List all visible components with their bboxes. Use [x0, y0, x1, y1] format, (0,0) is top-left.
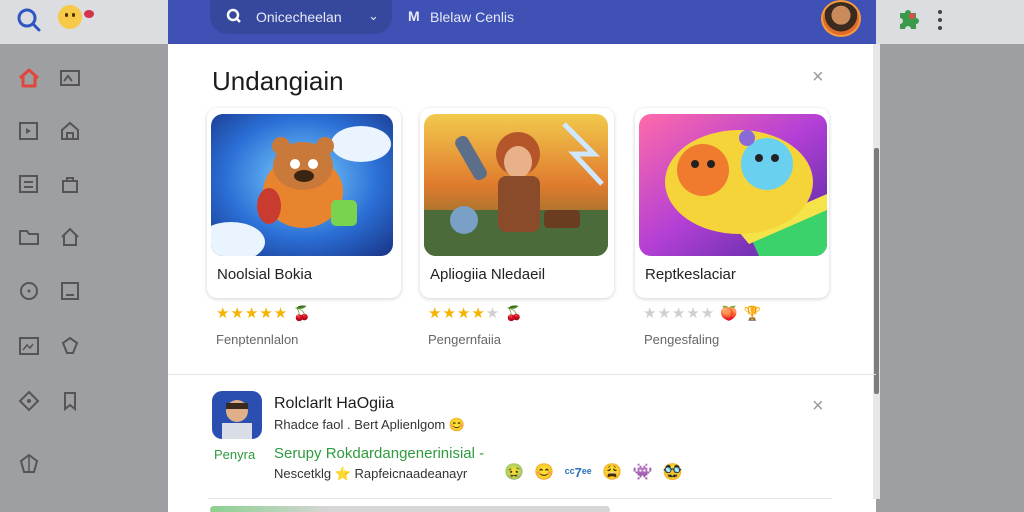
app-name: Noolsial Bokia — [217, 266, 313, 283]
frame-icon[interactable] — [59, 280, 81, 302]
bottom-divider — [208, 498, 832, 499]
bar-title: Blelaw Cenlis — [430, 9, 515, 25]
progress-bar — [210, 506, 610, 512]
bookmark-icon[interactable] — [59, 390, 81, 412]
bag-icon[interactable] — [59, 173, 81, 195]
app-subtitle: Pengesfaling — [644, 332, 720, 347]
notification-link[interactable]: Serupy Rokdardangenerinisial - — [274, 445, 484, 462]
photo-icon[interactable] — [18, 335, 40, 357]
app-card-2[interactable]: Apliogiia Nledaeil — [420, 108, 614, 298]
app-card-3[interactable]: Reptkeslaciar — [635, 108, 829, 298]
peach-trophy-icon: 🍑 🏆 — [720, 305, 763, 321]
game-art-bear — [211, 114, 393, 256]
play-icon[interactable] — [18, 120, 40, 142]
notification-meta: Nescetklg ⭐ Rapfeicnaadeanayr — [274, 466, 468, 481]
app-subtitle: Fenptennlalon — [216, 332, 299, 347]
star-rating: ★★★★★ 🍒 — [216, 305, 312, 322]
title-prefix: M — [408, 8, 420, 24]
app-card-1[interactable]: Noolsial Bokia — [207, 108, 401, 298]
home-icon[interactable] — [18, 67, 40, 89]
dialog-title: Undangiain — [212, 66, 344, 96]
game-art-blobs — [639, 114, 827, 256]
smile-icon: 😊 — [534, 464, 555, 481]
search-pill-label: Onicecheelan — [256, 9, 342, 25]
clock-icon[interactable] — [18, 280, 40, 302]
disguise-icon: 🥸 — [662, 464, 683, 481]
extensions-puzzle-icon[interactable] — [896, 7, 920, 31]
search-icon[interactable] — [16, 7, 42, 33]
section-divider — [168, 374, 876, 375]
notification-dot-icon — [84, 10, 94, 18]
star-rating: ★★★★★ 🍑 🏆 — [643, 305, 763, 322]
close-icon[interactable]: × — [812, 395, 824, 418]
emoji-face-icon[interactable] — [58, 5, 82, 29]
chevron-down-icon[interactable]: ⌄ — [368, 8, 379, 24]
scrollbar-thumb[interactable] — [874, 148, 879, 394]
cherry-icon: 🍒 — [505, 305, 524, 321]
notification-body: Rhadce faol . Bert Aplienlgom 😊 — [274, 417, 466, 432]
weary-icon: 😩 — [602, 464, 623, 481]
house-outline-icon[interactable] — [59, 226, 81, 248]
emoji-row: 🤢 😊 ᶜᶜ7ᵉᵉ 😩 👾 🥸 — [504, 462, 689, 482]
list-icon[interactable] — [18, 173, 40, 195]
globe-icon[interactable] — [18, 453, 40, 475]
store-icon[interactable] — [59, 120, 81, 142]
nauseated-icon: 🤢 — [504, 464, 524, 481]
shapes-icon[interactable] — [59, 335, 81, 357]
notification-title: Rolclarlt HaOgiia — [274, 395, 395, 412]
search-small-icon — [226, 8, 242, 24]
tag-icon[interactable] — [18, 390, 40, 412]
folder-icon[interactable] — [18, 226, 40, 248]
emoji-text: ᶜᶜ7ᵉᵉ — [564, 465, 592, 480]
cherry-icon: 🍒 — [293, 305, 312, 321]
avatar[interactable] — [821, 0, 861, 37]
app-name: Apliogiia Nledaeil — [430, 266, 546, 283]
alien-icon: 👾 — [632, 464, 653, 481]
image-icon[interactable] — [59, 67, 81, 89]
app-subtitle: Pengernfaiia — [428, 332, 501, 347]
app-name: Reptkeslaciar — [645, 266, 736, 283]
notification-tag: Penyra — [214, 447, 256, 462]
game-art-warrior — [424, 114, 608, 256]
notification-app-icon[interactable] — [212, 391, 262, 439]
star-rating: ★★★★★ 🍒 — [428, 305, 524, 322]
more-menu-icon[interactable] — [934, 8, 946, 32]
close-icon[interactable]: × — [812, 66, 824, 89]
